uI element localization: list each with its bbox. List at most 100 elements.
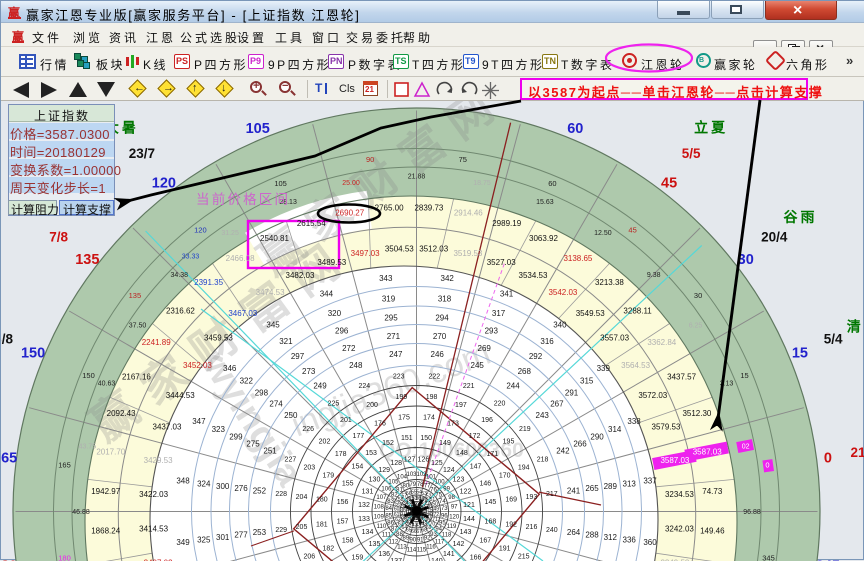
svg-text:3429.53: 3429.53 (144, 456, 173, 465)
svg-text:73: 73 (441, 506, 448, 512)
svg-text:96.88: 96.88 (743, 509, 761, 516)
svg-text:196: 196 (481, 417, 493, 424)
svg-text:77: 77 (424, 484, 431, 490)
svg-text:176: 176 (374, 421, 386, 428)
svg-text:6.25: 6.25 (689, 323, 703, 330)
svg-text:105: 105 (388, 480, 399, 486)
svg-text:150: 150 (82, 371, 95, 380)
svg-text:193: 193 (526, 494, 538, 501)
svg-text:74.73: 74.73 (702, 487, 723, 496)
svg-text:34.38: 34.38 (171, 272, 189, 279)
svg-text:3362.84: 3362.84 (647, 338, 676, 347)
svg-text:149.46: 149.46 (700, 527, 725, 536)
svg-text:244: 244 (506, 382, 520, 391)
svg-text:194: 194 (518, 465, 530, 472)
svg-text:117: 117 (435, 540, 445, 546)
svg-text:99: 99 (443, 487, 450, 493)
svg-text:3288.11: 3288.11 (623, 306, 652, 315)
svg-text:94: 94 (435, 527, 442, 533)
svg-text:3504.53: 3504.53 (385, 244, 414, 253)
svg-text:131: 131 (362, 489, 374, 496)
svg-text:127: 127 (404, 456, 416, 463)
svg-text:216: 216 (526, 524, 538, 531)
svg-text:182: 182 (322, 546, 334, 553)
svg-text:95: 95 (439, 520, 446, 526)
svg-text:3512.03: 3512.03 (419, 244, 448, 253)
svg-text:2391.35: 2391.35 (194, 278, 223, 287)
svg-text:144: 144 (463, 516, 475, 523)
svg-text:246: 246 (431, 350, 445, 359)
svg-text:292: 292 (529, 352, 543, 361)
svg-text:3437.57: 3437.57 (667, 372, 696, 381)
svg-text:288: 288 (585, 530, 599, 539)
svg-text:275: 275 (246, 440, 260, 449)
svg-text:150: 150 (21, 346, 45, 362)
svg-text:101: 101 (426, 475, 437, 481)
svg-text:2092.43: 2092.43 (107, 409, 136, 418)
svg-text:146: 146 (479, 480, 491, 487)
svg-text:222: 222 (428, 374, 440, 381)
svg-text:3414.53: 3414.53 (139, 525, 168, 534)
svg-text:90: 90 (366, 155, 374, 164)
svg-text:3572.03: 3572.03 (638, 391, 667, 400)
svg-text:274: 274 (269, 400, 283, 409)
svg-text:97: 97 (451, 505, 458, 511)
svg-text:136: 136 (378, 551, 390, 558)
svg-text:25.00: 25.00 (342, 180, 360, 187)
svg-text:152: 152 (382, 440, 394, 447)
svg-text:347: 347 (192, 417, 206, 426)
svg-text:300: 300 (216, 482, 230, 491)
svg-text:319: 319 (382, 295, 396, 304)
svg-text:195: 195 (503, 438, 515, 445)
svg-text:225: 225 (328, 401, 340, 408)
svg-text:33.33: 33.33 (182, 254, 200, 261)
svg-text:0: 0 (765, 461, 769, 470)
svg-text:218: 218 (537, 457, 549, 464)
svg-text:145: 145 (485, 499, 497, 506)
svg-text:84: 84 (385, 506, 392, 512)
svg-text:3459.53: 3459.53 (204, 334, 233, 343)
svg-text:3482.03: 3482.03 (286, 271, 315, 280)
svg-text:338: 338 (627, 417, 641, 426)
svg-text:102: 102 (416, 472, 427, 478)
svg-text:53: 53 (421, 491, 427, 497)
svg-text:339: 339 (597, 364, 611, 373)
svg-text:128: 128 (390, 460, 402, 467)
svg-text:2540.81: 2540.81 (260, 234, 289, 243)
svg-text:201: 201 (340, 417, 352, 424)
svg-text:125: 125 (431, 460, 443, 467)
svg-text:299: 299 (229, 433, 243, 442)
svg-text:120: 120 (152, 175, 176, 191)
svg-text:133: 133 (358, 516, 370, 523)
svg-text:265: 265 (585, 484, 599, 493)
svg-text:106: 106 (381, 487, 392, 493)
svg-text:349: 349 (176, 538, 190, 547)
svg-text:9.38: 9.38 (647, 272, 661, 279)
svg-text:当前价格区间: 当前价格区间 (196, 191, 290, 207)
svg-text:130: 130 (369, 477, 381, 484)
svg-text:337: 337 (643, 477, 657, 486)
svg-text:342: 342 (441, 274, 455, 283)
svg-text:215: 215 (518, 553, 530, 560)
svg-text:191: 191 (499, 546, 511, 553)
svg-text:3549.53: 3549.53 (576, 309, 605, 318)
svg-text:165: 165 (58, 461, 71, 470)
svg-text:15.63: 15.63 (536, 199, 554, 206)
svg-text:02: 02 (742, 444, 750, 451)
svg-text:240: 240 (546, 527, 558, 534)
svg-text:289: 289 (604, 482, 618, 491)
svg-text:297: 297 (291, 352, 305, 361)
svg-text:295: 295 (384, 314, 398, 323)
svg-text:3542.03: 3542.03 (548, 288, 577, 297)
svg-text:206: 206 (303, 553, 315, 560)
svg-text:142: 142 (453, 541, 465, 548)
svg-text:173: 173 (447, 421, 459, 428)
svg-text:272: 272 (342, 344, 356, 353)
svg-text:110: 110 (377, 524, 387, 530)
svg-text:60: 60 (567, 121, 583, 137)
svg-text:43.75: 43.75 (79, 444, 97, 451)
svg-text:60: 60 (548, 179, 556, 188)
svg-text:229: 229 (275, 527, 287, 534)
svg-text:118: 118 (442, 533, 452, 539)
svg-text:3474.53: 3474.53 (256, 288, 285, 297)
